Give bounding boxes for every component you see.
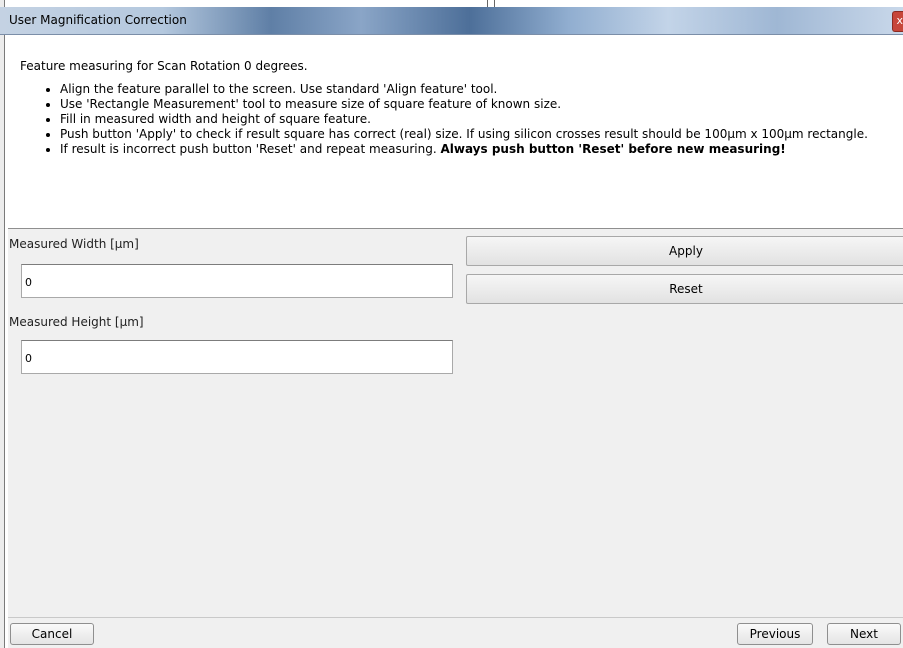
instruction-text: If result is incorrect push button 'Rese… (60, 142, 441, 156)
instruction-item: Align the feature parallel to the screen… (60, 82, 890, 97)
instruction-item: If result is incorrect push button 'Rese… (60, 142, 890, 157)
instructions-lead: Feature measuring for Scan Rotation 0 de… (20, 59, 308, 73)
measured-width-input[interactable] (21, 264, 453, 298)
instruction-item: Use 'Rectangle Measurement' tool to meas… (60, 97, 890, 112)
instructions-panel: Feature measuring for Scan Rotation 0 de… (8, 35, 903, 228)
footer-bar: Cancel Previous Next (8, 618, 903, 648)
parent-window-splitter (487, 0, 495, 7)
measured-height-input[interactable] (21, 340, 453, 374)
instructions-list: Align the feature parallel to the screen… (44, 82, 890, 157)
measured-width-label: Measured Width [µm] (9, 237, 139, 251)
parent-window-edge (0, 0, 5, 648)
apply-button[interactable]: Apply (466, 236, 903, 266)
instruction-item: Fill in measured width and height of squ… (60, 112, 890, 127)
instruction-warning: Always push button 'Reset' before new me… (440, 142, 786, 156)
previous-button[interactable]: Previous (737, 623, 813, 645)
measurement-form: Measured Width [µm] Measured Height [µm]… (8, 229, 903, 617)
close-icon[interactable]: x (892, 11, 903, 32)
title-bar[interactable]: User Magnification Correction x (0, 7, 903, 35)
cancel-button[interactable]: Cancel (10, 623, 94, 645)
reset-button[interactable]: Reset (466, 274, 903, 304)
instruction-item: Push button 'Apply' to check if result s… (60, 127, 890, 142)
measured-height-label: Measured Height [µm] (9, 315, 144, 329)
next-button[interactable]: Next (827, 623, 901, 645)
window-title: User Magnification Correction (9, 13, 187, 27)
